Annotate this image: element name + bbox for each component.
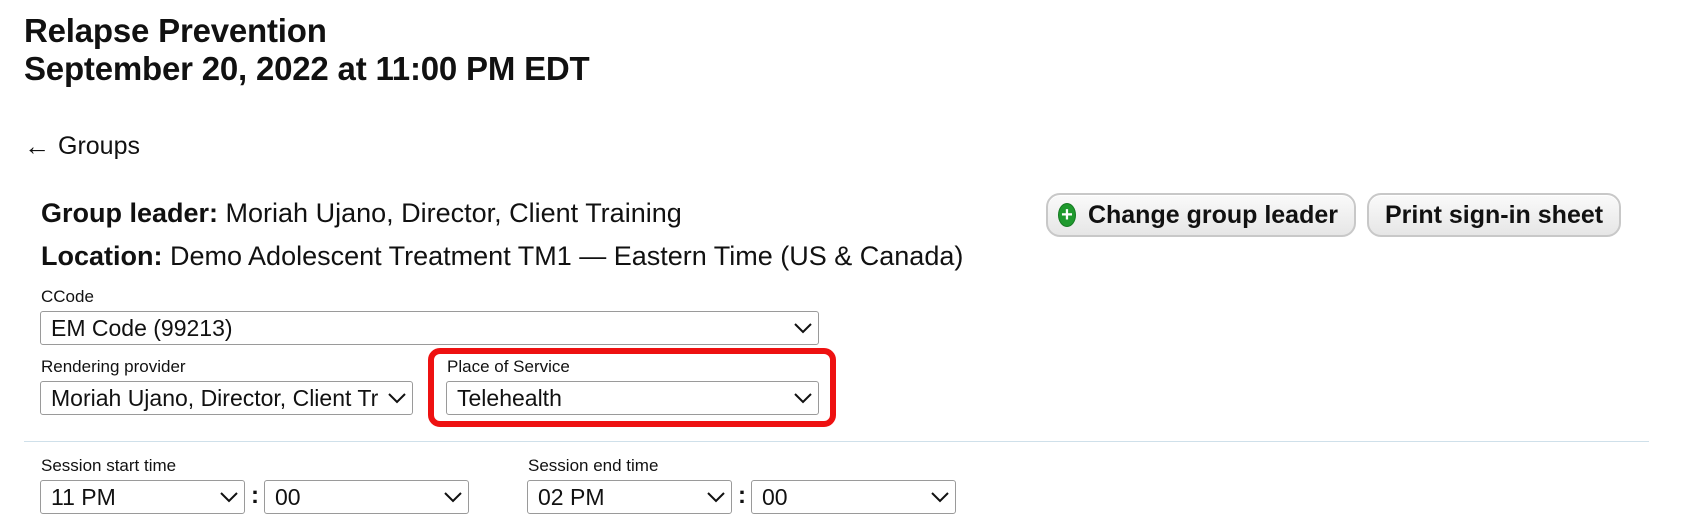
- back-to-groups-link[interactable]: ← Groups: [24, 131, 140, 162]
- group-name: Relapse Prevention: [24, 12, 327, 49]
- session-datetime: September 20, 2022 at 11:00 PM EDT: [24, 50, 590, 87]
- session-start-minute-select[interactable]: 00: [264, 480, 469, 514]
- back-link-label: Groups: [58, 132, 140, 160]
- session-end-hour-value: 02 PM: [538, 483, 605, 510]
- group-leader-info: Group leader: Moriah Ujano, Director, Cl…: [41, 198, 682, 229]
- rendering-provider-value: Moriah Ujano, Director, Client Tr: [51, 384, 379, 411]
- change-group-leader-label: Change group leader: [1087, 200, 1338, 229]
- chevron-down-icon: [788, 312, 818, 344]
- rendering-provider-select[interactable]: Moriah Ujano, Director, Client Tr: [40, 381, 413, 415]
- rendering-provider-label: Rendering provider: [41, 357, 186, 376]
- session-start-label: Session start time: [41, 456, 177, 475]
- time-separator: :: [738, 482, 746, 509]
- print-sign-in-sheet-button[interactable]: Print sign-in sheet: [1367, 193, 1621, 237]
- page-title: Relapse Prevention September 20, 2022 at…: [24, 12, 590, 88]
- time-separator: :: [251, 482, 259, 509]
- chevron-down-icon: [788, 382, 818, 414]
- ccode-select[interactable]: EM Code (99213): [40, 311, 819, 345]
- chevron-down-icon: [701, 481, 731, 513]
- session-end-hour-select[interactable]: 02 PM: [527, 480, 732, 514]
- ccode-label: CCode: [41, 287, 94, 306]
- group-leader-value: Moriah Ujano, Director, Client Training: [225, 198, 682, 228]
- location-value: Demo Adolescent Treatment TM1 — Eastern …: [170, 241, 964, 271]
- session-start-hour-select[interactable]: 11 PM: [40, 480, 245, 514]
- session-end-label: Session end time: [528, 456, 659, 475]
- section-divider: [24, 441, 1649, 442]
- change-group-leader-button[interactable]: + Change group leader: [1046, 193, 1356, 237]
- plus-circle-icon: +: [1058, 203, 1076, 227]
- place-of-service-label: Place of Service: [447, 357, 570, 376]
- session-start-hour-value: 11 PM: [51, 483, 116, 510]
- chevron-down-icon: [382, 382, 412, 414]
- session-end-minute-select[interactable]: 00: [751, 480, 956, 514]
- chevron-down-icon: [214, 481, 244, 513]
- session-end-minute-value: 00: [762, 483, 788, 510]
- chevron-down-icon: [925, 481, 955, 513]
- chevron-down-icon: [438, 481, 468, 513]
- print-sign-in-sheet-label: Print sign-in sheet: [1385, 200, 1604, 229]
- location-label: Location:: [41, 241, 163, 271]
- group-leader-label: Group leader:: [41, 198, 219, 228]
- ccode-value: EM Code (99213): [51, 314, 233, 341]
- place-of-service-select[interactable]: Telehealth: [446, 381, 819, 415]
- back-arrow-icon: ←: [24, 131, 50, 161]
- session-start-minute-value: 00: [275, 483, 301, 510]
- place-of-service-value: Telehealth: [457, 384, 562, 411]
- location-info: Location: Demo Adolescent Treatment TM1 …: [41, 241, 963, 272]
